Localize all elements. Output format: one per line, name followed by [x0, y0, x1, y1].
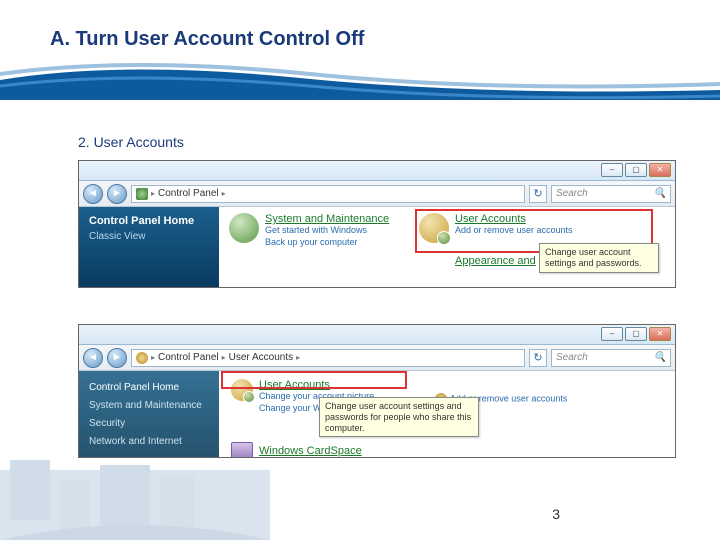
get-started-link[interactable]: Get started with Windows [265, 225, 389, 237]
sidebar-network-internet[interactable]: Network and Internet [89, 433, 209, 451]
window-titlebar: – ▢ ✕ [79, 161, 675, 181]
decorative-swoosh [0, 60, 720, 100]
back-button[interactable]: ◄ [83, 348, 103, 368]
user-accounts-icon [419, 213, 449, 243]
breadcrumb-item[interactable]: User Accounts [229, 352, 293, 363]
forward-button[interactable]: ► [107, 184, 127, 204]
chevron-right-icon: ▸ [222, 189, 226, 198]
system-maintenance-link[interactable]: System and Maintenance [265, 213, 389, 225]
explorer-navbar: ◄ ► ▸ Control Panel ▸ User Accounts ▸ ↻ … [79, 345, 675, 371]
windows-cardspace-link[interactable]: Windows CardSpace [259, 445, 362, 457]
content-pane: User Accounts Change your account pictur… [219, 371, 675, 457]
back-button[interactable]: ◄ [83, 184, 103, 204]
sidebar-security[interactable]: Security [89, 415, 209, 433]
breadcrumb-item[interactable]: Control Panel [158, 352, 219, 363]
control-panel-home-link[interactable]: Control Panel Home [89, 215, 209, 227]
tooltip: Change user account settings and passwor… [319, 397, 479, 437]
refresh-button[interactable]: ↻ [529, 185, 547, 203]
system-maintenance-icon [229, 213, 259, 243]
slide-title: A. Turn User Account Control Off [0, 0, 720, 51]
user-accounts-icon-small [136, 352, 148, 364]
backup-link[interactable]: Back up your computer [265, 237, 389, 249]
breadcrumb[interactable]: ▸ Control Panel ▸ User Accounts ▸ [131, 349, 525, 367]
sidebar-system-maintenance[interactable]: System and Maintenance [89, 397, 209, 415]
chevron-right-icon: ▸ [222, 353, 226, 362]
category-pane: System and Maintenance Get started with … [219, 207, 675, 287]
window-titlebar: – ▢ ✕ [79, 325, 675, 345]
user-accounts-link[interactable]: User Accounts [455, 213, 573, 225]
decorative-building [0, 450, 270, 540]
minimize-button[interactable]: – [601, 327, 623, 341]
user-accounts-link[interactable]: User Accounts [259, 379, 429, 391]
search-placeholder: Search [556, 188, 588, 199]
search-placeholder: Search [556, 352, 588, 363]
sidebar: Control Panel Home System and Maintenanc… [79, 371, 219, 457]
breadcrumb[interactable]: ▸ Control Panel ▸ [131, 185, 525, 203]
close-button[interactable]: ✕ [649, 163, 671, 177]
chevron-right-icon: ▸ [296, 353, 300, 362]
search-icon: 🔍 [654, 188, 666, 199]
explorer-navbar: ◄ ► ▸ Control Panel ▸ ↻ Search 🔍 [79, 181, 675, 207]
page-number: 3 [552, 506, 560, 522]
control-panel-home-link[interactable]: Control Panel Home [89, 379, 209, 397]
sidebar: Control Panel Home Classic View [79, 207, 219, 287]
chevron-right-icon: ▸ [151, 189, 155, 198]
screenshot-2: – ▢ ✕ ◄ ► ▸ Control Panel ▸ User Account… [78, 324, 676, 458]
close-button[interactable]: ✕ [649, 327, 671, 341]
minimize-button[interactable]: – [601, 163, 623, 177]
chevron-right-icon: ▸ [151, 353, 155, 362]
maximize-button[interactable]: ▢ [625, 163, 647, 177]
breadcrumb-item[interactable]: Control Panel [158, 188, 219, 199]
forward-button[interactable]: ► [107, 348, 127, 368]
tooltip: Change user account settings and passwor… [539, 243, 659, 273]
classic-view-link[interactable]: Classic View [89, 231, 209, 242]
search-input[interactable]: Search 🔍 [551, 349, 671, 367]
refresh-button[interactable]: ↻ [529, 349, 547, 367]
control-panel-icon [136, 188, 148, 200]
search-input[interactable]: Search 🔍 [551, 185, 671, 203]
step-label: 2. User Accounts [78, 134, 184, 150]
search-icon: 🔍 [654, 352, 666, 363]
user-accounts-icon [231, 379, 253, 401]
maximize-button[interactable]: ▢ [625, 327, 647, 341]
add-remove-accounts-link[interactable]: Add or remove user accounts [455, 225, 573, 237]
screenshot-1: – ▢ ✕ ◄ ► ▸ Control Panel ▸ ↻ Search 🔍 C… [78, 160, 676, 288]
